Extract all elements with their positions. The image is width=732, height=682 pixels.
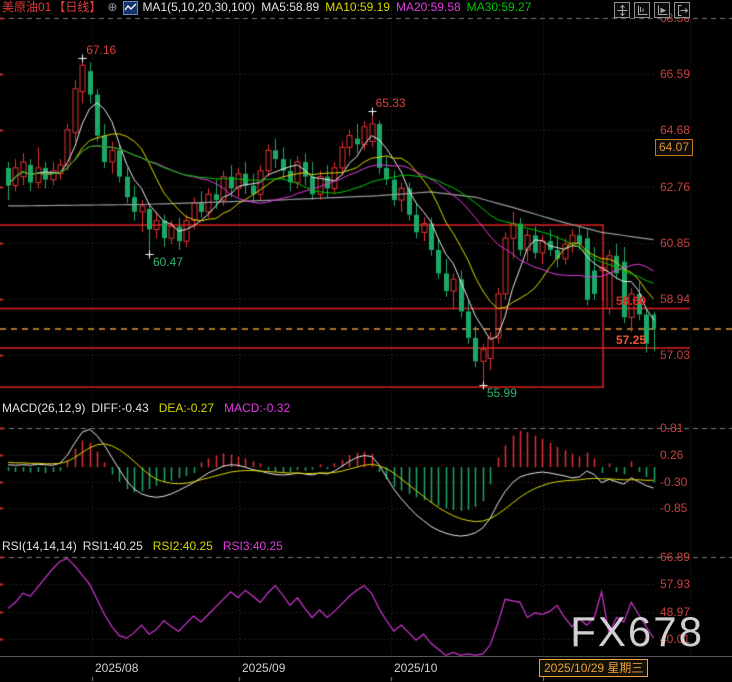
- low-price-annotation: 60.47: [153, 255, 183, 269]
- pan-right-icon[interactable]: [674, 2, 690, 18]
- period-selector[interactable]: 【日线】: [53, 0, 101, 15]
- y-axis-label: 57.93: [660, 577, 690, 591]
- rsi-title: RSI(14,14,14): [2, 540, 77, 553]
- macd-diff-value: DIFF:-0.43: [91, 402, 148, 415]
- ma10-value: MA10:59.19: [325, 0, 390, 15]
- y-axis-label: 66.59: [660, 67, 690, 81]
- boxed-price-label: 64.07: [655, 139, 693, 156]
- macd-value: MACD:-0.32: [224, 402, 290, 415]
- x-axis-label: 2025/08: [95, 661, 138, 675]
- y-axis-label: 0.81: [660, 421, 683, 435]
- chart-toolbar: [614, 2, 690, 18]
- x-axis: 2025/08 2025/09 2025/10 2025/10/29 星期三: [0, 656, 732, 682]
- y-axis-label: 64.68: [660, 123, 690, 137]
- ma-indicator-label: MA1(5,10,20,30,100): [142, 0, 255, 15]
- ma20-value: MA20:59.58: [396, 0, 461, 15]
- y-axis-label: -0.30: [660, 475, 687, 489]
- trading-chart-window: 美原油01 【日线】 ⊕ MA1(5,10,20,30,100) MA5:58.…: [0, 0, 732, 682]
- x-axis-label: 2025/09: [242, 661, 285, 675]
- rsi-header: RSI(14,14,14) RSI1:40.25 RSI2:40.25 RSI3…: [2, 540, 283, 553]
- move-icon[interactable]: [614, 2, 630, 18]
- x-axis-label: 2025/10: [394, 661, 437, 675]
- rsi2-value: RSI2:40.25: [153, 540, 213, 553]
- macd-title: MACD(26,12,9): [2, 402, 85, 415]
- current-date-label: 2025/10/29 星期三: [539, 659, 648, 677]
- chart-header: 美原油01 【日线】 ⊕ MA1(5,10,20,30,100) MA5:58.…: [2, 0, 531, 15]
- macd-header: MACD(26,12,9) DIFF:-0.43 DEA:-0.27 MACD:…: [2, 402, 290, 415]
- y-axis-label: -0.85: [660, 501, 687, 515]
- scale-y-axis-icon[interactable]: [634, 2, 650, 18]
- low-price-annotation: 55.99: [487, 386, 517, 400]
- ma5-value: MA5:58.89: [261, 0, 319, 15]
- y-axis-label: 0.26: [660, 448, 683, 462]
- y-axis-label: 66.89: [660, 550, 690, 564]
- rsi3-value: RSI3:40.25: [223, 540, 283, 553]
- macd-dea-value: DEA:-0.27: [159, 402, 214, 415]
- high-price-annotation: 65.33: [376, 96, 406, 110]
- y-axis-label: 62.76: [660, 180, 690, 194]
- symbol-title: 美原油01: [2, 0, 51, 15]
- rsi1-value: RSI1:40.25: [83, 540, 143, 553]
- high-price-annotation: 67.16: [86, 43, 116, 57]
- mini-chart-icon[interactable]: [123, 1, 138, 15]
- add-indicator-icon[interactable]: ⊕: [107, 0, 117, 15]
- level-label: 57.25: [616, 333, 646, 347]
- y-axis-label: 58.94: [660, 292, 690, 306]
- watermark: FX678: [570, 608, 704, 656]
- y-axis-label: 60.85: [660, 236, 690, 250]
- scale-x-axis-icon[interactable]: [654, 2, 670, 18]
- level-label: 58.60: [616, 294, 646, 308]
- y-axis-label: 57.03: [660, 348, 690, 362]
- ma30-value: MA30:59.27: [467, 0, 532, 15]
